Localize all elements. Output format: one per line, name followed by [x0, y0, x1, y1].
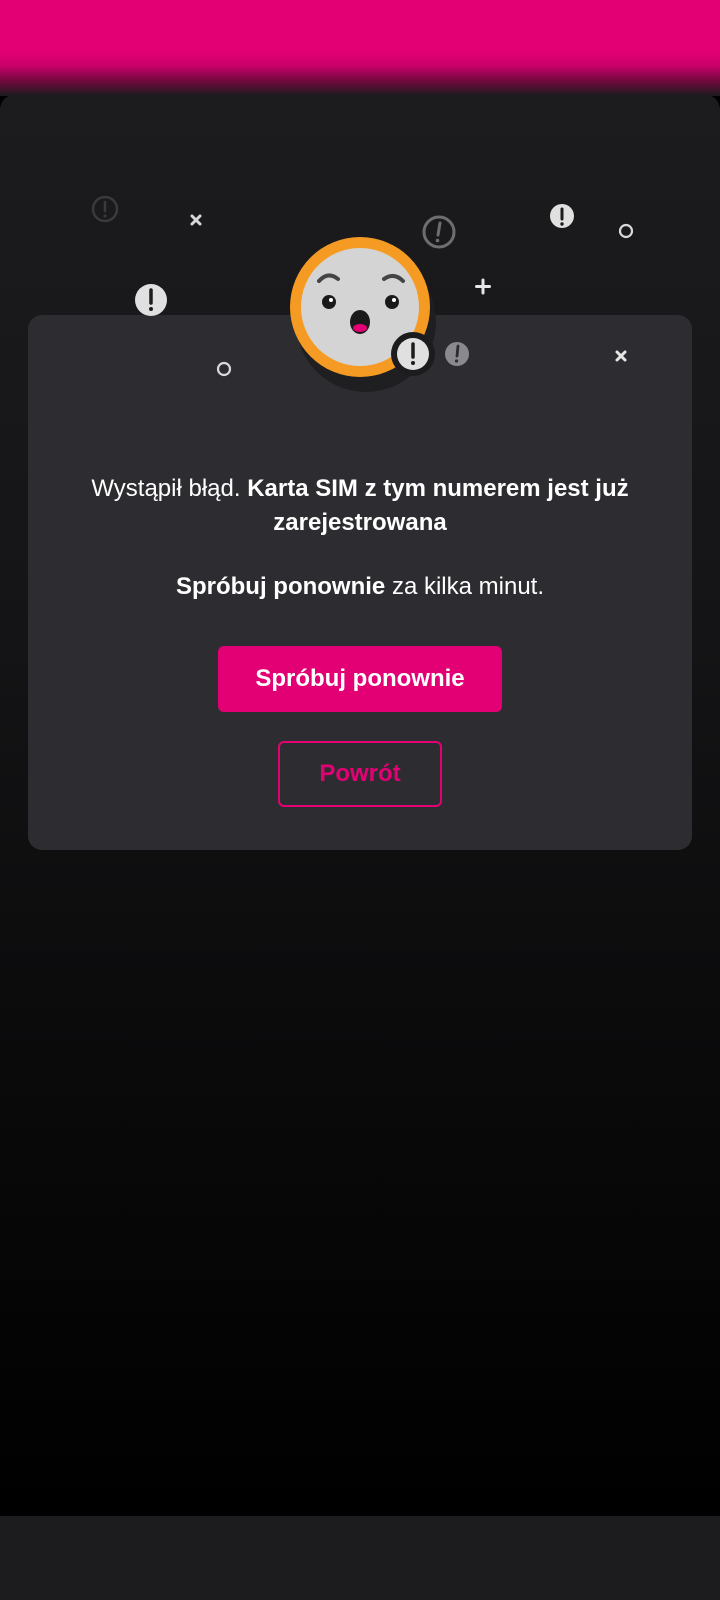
error-prefix: Wystąpił błąd.	[91, 475, 241, 502]
error-emphasis: Karta SIM z tym numerem jest już zarejes…	[247, 475, 629, 536]
app-root: Wystąpił błąd. Karta SIM z tym numerem j…	[0, 0, 720, 1600]
error-message: Wystąpił błąd. Karta SIM z tym numerem j…	[80, 472, 640, 540]
bottom-bar	[0, 1516, 720, 1600]
retry-hint-suffix: za kilka minut.	[391, 573, 545, 600]
retry-hint: Spróbuj ponownie za kilka minut.	[80, 570, 640, 604]
back-button[interactable]: Powrót	[278, 741, 442, 807]
retry-button[interactable]: Spróbuj ponownie	[218, 646, 502, 712]
header-bar	[0, 0, 720, 96]
retry-hint-emphasis: Spróbuj ponownie	[175, 573, 386, 600]
